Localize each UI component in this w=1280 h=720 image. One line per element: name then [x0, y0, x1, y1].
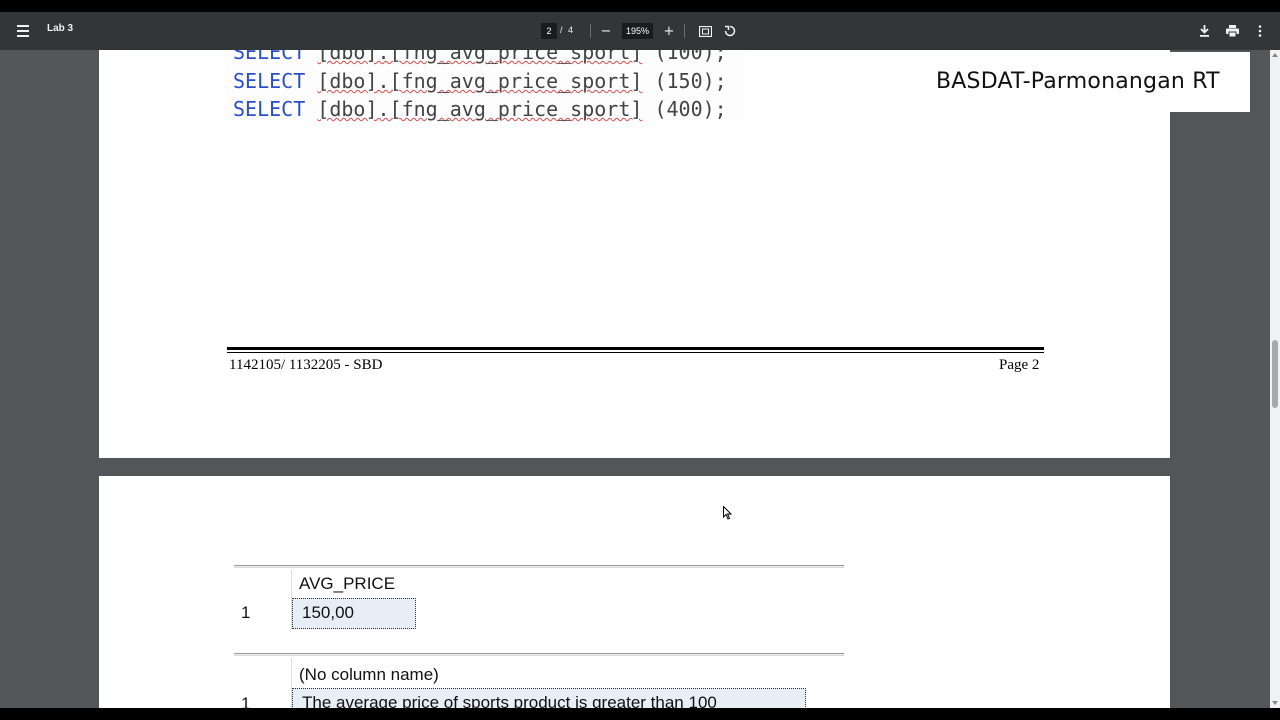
fit-page-icon	[698, 25, 712, 37]
result-cell: The average price of sports product is g…	[292, 688, 806, 708]
results-grid-border	[234, 653, 844, 656]
scrollbar-thumb[interactable]	[1272, 340, 1278, 408]
scroll-down-icon[interactable]	[1272, 701, 1278, 705]
toolbar-divider	[684, 24, 685, 38]
footer-page-number: Page 2	[999, 357, 1040, 373]
letterbox-top	[0, 0, 1280, 12]
minus-icon: −	[600, 23, 612, 39]
pdf-viewer[interactable]: SELECT [dbo].[fng_avg_price_sport] (100)…	[0, 50, 1280, 708]
rotate-button[interactable]	[722, 23, 738, 39]
code-line: SELECT [dbo].[fng_avg_price_sport] (400)…	[233, 97, 727, 121]
rotate-icon	[724, 25, 736, 37]
code-screenshot: SELECT [dbo].[fng_avg_price_sport] (100)…	[225, 50, 745, 122]
zoom-input[interactable]: 195%	[622, 23, 653, 39]
scroll-up-icon[interactable]	[1272, 53, 1278, 57]
vertical-scrollbar[interactable]	[1270, 50, 1280, 708]
footer-divider-thin	[227, 352, 1044, 353]
row-number: 1	[241, 603, 251, 622]
code-line: SELECT [dbo].[fng_avg_price_sport] (100)…	[233, 50, 727, 64]
toolbar-divider	[590, 24, 591, 38]
document-title: Lab 3	[47, 23, 74, 34]
more-options-button[interactable]	[1252, 23, 1268, 39]
zoom-in-button[interactable]: +	[661, 23, 677, 39]
download-icon	[1199, 25, 1209, 37]
code-line: SELECT [dbo].[fng_avg_price_sport] (150)…	[233, 69, 727, 93]
plus-icon: +	[663, 23, 675, 39]
pdf-page: AVG_PRICE 1 150,00 (No column name) 1 Th…	[99, 476, 1170, 708]
footer-divider	[227, 347, 1044, 350]
mouse-cursor-icon	[723, 506, 732, 520]
fit-page-button[interactable]	[697, 23, 713, 39]
menu-icon[interactable]	[12, 20, 34, 42]
column-header-no-name: (No column name)	[299, 665, 439, 684]
more-vert-icon	[1258, 25, 1262, 37]
watermark-label: BASDAT-Parmonangan RT	[917, 52, 1250, 112]
watermark-text: BASDAT-Parmonangan RT	[936, 69, 1220, 94]
zoom-out-button[interactable]: −	[598, 23, 614, 39]
print-button[interactable]	[1224, 23, 1240, 39]
page-separator: /	[560, 25, 563, 35]
row-number: 1	[241, 694, 251, 708]
total-pages: 4	[568, 25, 574, 35]
pdf-toolbar: Lab 3 2 / 4 − 195% +	[0, 12, 1280, 50]
download-button[interactable]	[1196, 23, 1212, 39]
print-icon	[1225, 25, 1239, 37]
page-number-input[interactable]: 2	[541, 23, 557, 39]
result-cell: 150,00	[292, 598, 416, 629]
column-header-avg-price: AVG_PRICE	[299, 574, 396, 593]
letterbox-bottom	[0, 708, 1280, 720]
results-grid-border	[234, 565, 844, 568]
footer-course-code: 1142105/ 1132205 - SBD	[229, 357, 383, 373]
